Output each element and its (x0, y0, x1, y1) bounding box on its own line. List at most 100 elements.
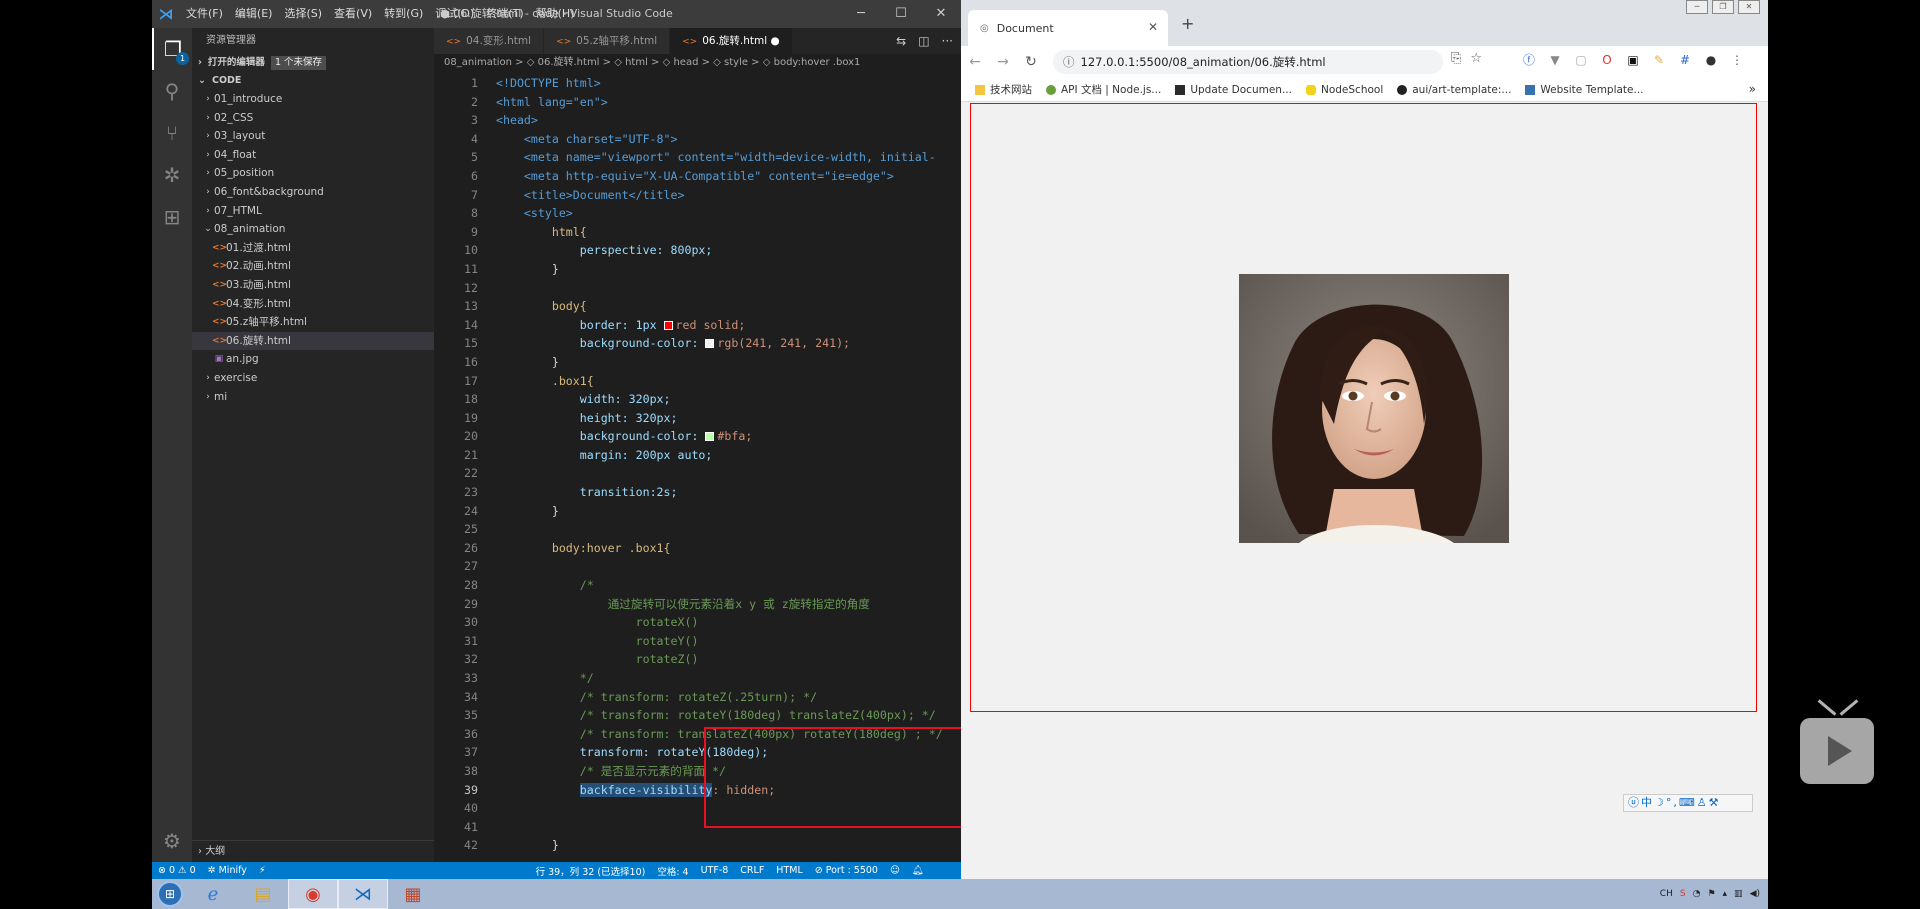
close-icon[interactable]: ✕ (1738, 0, 1760, 14)
rendered-page-body[interactable] (970, 103, 1757, 712)
tree-folder[interactable]: › 03_layout (192, 127, 434, 146)
minify-button[interactable]: ✲ Minify (202, 865, 253, 876)
search-icon[interactable]: ⚲ (152, 70, 192, 112)
live-server-port[interactable]: ⊘ Port : 5500 (809, 865, 884, 876)
tree-folder-open[interactable]: ⌄ 08_animation (192, 220, 434, 239)
close-tab-icon[interactable]: ✕ (1148, 20, 1158, 34)
network-icon[interactable]: ▥ (1734, 889, 1743, 899)
tree-folder[interactable]: › mi (192, 388, 434, 407)
new-tab-icon[interactable]: + (1181, 14, 1194, 33)
tray-flag-icon[interactable]: ⚑ (1707, 889, 1715, 899)
tree-folder[interactable]: › 05_position (192, 164, 434, 183)
bookmark-item[interactable]: API 文档 | Node.js... (1046, 82, 1161, 97)
tree-file-selected[interactable]: <> 06.旋转.html (192, 331, 434, 351)
menu-view[interactable]: 查看(V) (328, 0, 378, 28)
extension-vue-icon[interactable]: ▼ (1547, 52, 1563, 68)
explorer-icon[interactable]: ❐ 1 (152, 28, 192, 70)
maximize-icon[interactable]: ☐ (881, 0, 921, 28)
language-mode[interactable]: HTML (770, 865, 808, 876)
menu-help[interactable]: 帮助(H) (530, 0, 581, 28)
explorer-taskbar-icon[interactable]: ▤ (238, 879, 288, 909)
cursor-position[interactable]: 行 39，列 32 (已选择10) (530, 864, 652, 878)
tab-06-active[interactable]: <> 06.旋转.html ● (670, 28, 793, 54)
tree-folder[interactable]: › 06_font&background (192, 183, 434, 202)
tree-folder[interactable]: › 01_introduce (192, 90, 434, 109)
extension-fe-icon[interactable]: ⓕ (1521, 52, 1537, 68)
tree-file[interactable]: <> 04.变形.html (192, 295, 434, 314)
code-editor[interactable]: 1 <!DOCTYPE html> 2 <html lang="en"> 3 <hea… (434, 74, 961, 862)
translate-icon[interactable]: ⎘ (1451, 51, 1461, 66)
menu-file[interactable]: 文件(F) (180, 0, 229, 28)
color-swatch-bfa[interactable] (705, 432, 715, 442)
debug-icon[interactable]: ✲ (152, 154, 192, 196)
line-endings[interactable]: CRLF (734, 865, 770, 876)
start-button[interactable]: ⊞ (152, 879, 188, 909)
extension-hash-icon[interactable]: # (1677, 52, 1693, 68)
source-control-icon[interactable]: ⑂ (152, 112, 192, 154)
tree-file[interactable]: <> 03.动画.html (192, 276, 434, 295)
open-editors-section[interactable]: › 打开的编辑器 1 个未保存 (192, 54, 434, 72)
split-editor-icon[interactable]: ◫ (918, 34, 929, 48)
open-changes-icon[interactable]: ⇆ (896, 34, 906, 48)
bolt-icon[interactable]: ⚡ (253, 865, 272, 876)
bookmark-item[interactable]: 技术网站 (975, 82, 1032, 97)
more-bookmarks-icon[interactable]: » (1749, 82, 1756, 96)
presentation-taskbar-icon[interactable]: ▦ (388, 879, 438, 909)
bookmark-star-icon[interactable]: ☆ (1470, 51, 1482, 66)
color-swatch-rgb[interactable] (705, 339, 715, 349)
ime-toolbar[interactable]: ⓤ中☽°,⌨♙⚒ (1623, 794, 1753, 812)
forward-arrow-icon[interactable]: → (989, 54, 1017, 70)
back-arrow-icon[interactable]: ← (961, 54, 989, 70)
outline-section[interactable]: › 大纲 (192, 840, 434, 862)
browser-tab-active[interactable]: ◎ Document ✕ (968, 10, 1168, 46)
extension-opera-icon[interactable]: O (1599, 52, 1615, 68)
workspace-root[interactable]: ⌄ CODE (192, 72, 434, 90)
restore-icon[interactable]: ❐ (1712, 0, 1734, 14)
extension-screenshot-icon[interactable]: ▣ (1625, 52, 1641, 68)
bookmark-item[interactable]: Update Documen... (1175, 84, 1292, 96)
bookmark-item[interactable]: aui/art-template:... (1397, 84, 1511, 96)
extension-blank-icon[interactable]: ▢ (1573, 52, 1589, 68)
tree-file[interactable]: <> 05.z轴平移.html (192, 313, 434, 332)
tree-file[interactable]: ▣ an.jpg (192, 350, 434, 369)
breadcrumb[interactable]: 08_animation > ◇ 06.旋转.html > ◇ html > ◇… (434, 54, 961, 72)
address-bar[interactable]: ⓘ 127.0.0.1:5500/08_animation/06.旋转.html (1053, 50, 1443, 74)
tab-05[interactable]: <> 05.z轴平移.html (544, 28, 671, 54)
close-icon[interactable]: ✕ (921, 0, 961, 28)
smiley-feedback-icon[interactable]: ☺ (884, 865, 906, 876)
unsaved-dot-icon[interactable]: ● (771, 35, 780, 47)
settings-gear-icon[interactable]: ⚙ (152, 820, 192, 862)
tree-file[interactable]: <> 02.动画.html (192, 257, 434, 276)
ie-taskbar-icon[interactable]: ℯ (188, 879, 238, 909)
indent-spaces[interactable]: 空格: 4 (651, 864, 694, 878)
info-icon[interactable]: ⓘ (1063, 55, 1075, 69)
tray-app-icon[interactable]: ◔ (1693, 889, 1701, 899)
tray-up-arrow-icon[interactable]: ▴ (1723, 889, 1728, 899)
sogou-icon[interactable]: S (1680, 889, 1686, 899)
extension-note-icon[interactable]: ✎ (1651, 52, 1667, 68)
account-icon[interactable]: ● (1703, 52, 1719, 68)
tab-04[interactable]: <> 04.变形.html (434, 28, 545, 54)
problems-indicator[interactable]: ⊗ 0 ⚠ 0 (152, 865, 202, 876)
bookmark-item[interactable]: Website Template... (1525, 84, 1644, 96)
vscode-taskbar-icon[interactable]: ⋊ (338, 879, 388, 909)
tree-folder[interactable]: › 02_CSS (192, 109, 434, 128)
menu-kebab-icon[interactable]: ⋮ (1729, 52, 1745, 68)
extensions-icon[interactable]: ⊞ (152, 196, 192, 238)
tree-folder[interactable]: › exercise (192, 369, 434, 388)
menu-terminal[interactable]: 终端(T) (480, 0, 529, 28)
file-encoding[interactable]: UTF-8 (695, 865, 735, 876)
menu-edit[interactable]: 编辑(E) (229, 0, 279, 28)
tree-folder[interactable]: › 04_float (192, 146, 434, 165)
chrome-taskbar-icon[interactable]: ◉ (288, 879, 338, 909)
video-play-button[interactable] (1800, 699, 1874, 784)
menu-debug[interactable]: 调试(D) (429, 0, 480, 28)
menu-goto[interactable]: 转到(G) (378, 0, 429, 28)
tree-file[interactable]: <> 01.过渡.html (192, 239, 434, 258)
bookmark-item[interactable]: NodeSchool (1305, 84, 1383, 96)
lang-icon[interactable]: CH (1660, 889, 1673, 899)
menu-selection[interactable]: 选择(S) (278, 0, 328, 28)
volume-icon[interactable]: ◀) (1750, 889, 1760, 899)
notification-bell-icon[interactable]: 🔔︎ (906, 865, 930, 876)
minimize-icon[interactable]: ─ (1686, 0, 1708, 14)
